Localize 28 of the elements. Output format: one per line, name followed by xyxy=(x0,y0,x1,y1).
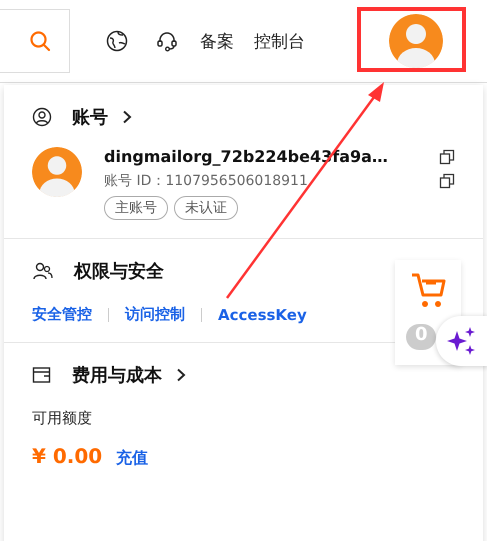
users-icon xyxy=(32,261,54,281)
section-title[interactable]: 费用与成本 xyxy=(72,363,162,387)
section-title[interactable]: 账号 xyxy=(72,105,108,129)
cart-icon xyxy=(410,272,446,310)
nav-link[interactable]: 控制台 xyxy=(254,30,305,52)
link[interactable]: 访问控制 xyxy=(125,305,185,324)
avatar-icon xyxy=(32,147,82,197)
headset-icon[interactable] xyxy=(156,30,178,52)
balance-label: 可用额度 xyxy=(32,409,93,428)
account-tag: 未认证 xyxy=(174,196,238,220)
chevron-right-icon[interactable] xyxy=(176,368,186,382)
wallet-icon xyxy=(32,366,52,384)
chevron-right-icon[interactable] xyxy=(122,110,132,124)
ai-assistant-button[interactable] xyxy=(436,316,487,366)
copy-icon[interactable] xyxy=(439,148,455,164)
account-id: 账号 ID：1107956506018911 xyxy=(104,172,308,190)
search-field[interactable] xyxy=(0,9,70,73)
link[interactable]: 安全管控 xyxy=(32,305,92,324)
copy-icon[interactable] xyxy=(439,173,455,189)
user-circle-icon xyxy=(32,107,52,127)
search-icon xyxy=(29,30,51,52)
globe-icon[interactable] xyxy=(106,30,128,52)
section-title: 权限与安全 xyxy=(74,260,164,283)
account-tag: 主账号 xyxy=(104,196,168,220)
recharge-link[interactable]: 充值 xyxy=(116,448,148,469)
link[interactable]: AccessKey xyxy=(218,306,307,324)
nav-link[interactable]: 备案 xyxy=(200,30,234,52)
balance-amount: ¥ 0.00 xyxy=(32,444,102,468)
